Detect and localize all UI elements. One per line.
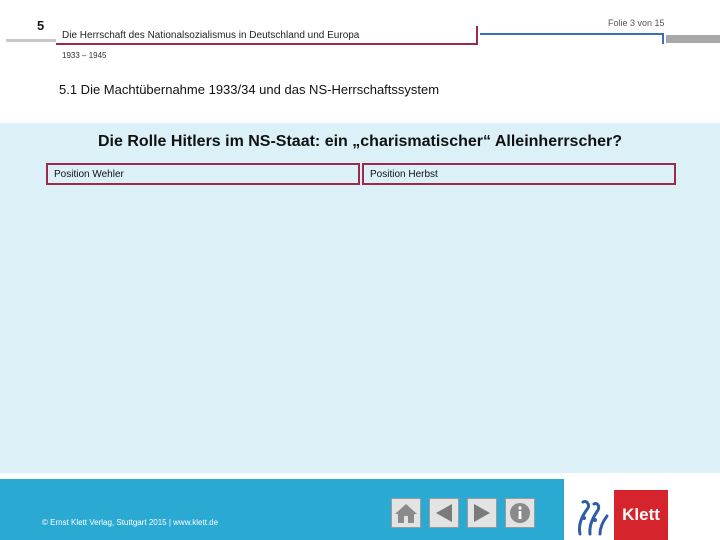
- info-button[interactable]: [505, 498, 535, 528]
- klett-logo: Klett: [570, 490, 668, 540]
- klett-emblem-icon: [578, 500, 609, 536]
- klett-logo-mark: [570, 490, 614, 540]
- section-title: 5.1 Die Machtübernahme 1933/34 und das N…: [59, 82, 440, 97]
- home-icon: [395, 504, 417, 523]
- chapter-years: 1933 – 1945: [62, 51, 107, 60]
- next-arrow-icon: [474, 504, 490, 522]
- copyright: © Ernst Klett Verlag, Stuttgart 2015 | w…: [42, 518, 219, 527]
- next-button[interactable]: [467, 498, 497, 528]
- home-button[interactable]: [391, 498, 421, 528]
- title-bar-light: [6, 39, 56, 42]
- question-heading: Die Rolle Hitlers im NS-Staat: ein „char…: [97, 133, 623, 150]
- title-bar-blue: [480, 33, 664, 44]
- chapter-number: 5: [37, 18, 45, 33]
- chapter-title: Die Herrschaft des Nationalsozialismus i…: [62, 30, 360, 41]
- prev-arrow-icon: [436, 504, 452, 522]
- slide-counter: Folie 3 von 15: [608, 18, 665, 28]
- position-box-wehler: Position Wehler: [46, 163, 360, 185]
- previous-button[interactable]: [429, 498, 459, 528]
- title-bar-grey: [666, 35, 720, 43]
- info-icon: [510, 503, 530, 523]
- position-label: Position Wehler: [54, 169, 124, 180]
- position-label: Position Herbst: [370, 169, 438, 180]
- klett-wordmark: Klett: [614, 490, 668, 540]
- position-box-herbst: Position Herbst: [362, 163, 676, 185]
